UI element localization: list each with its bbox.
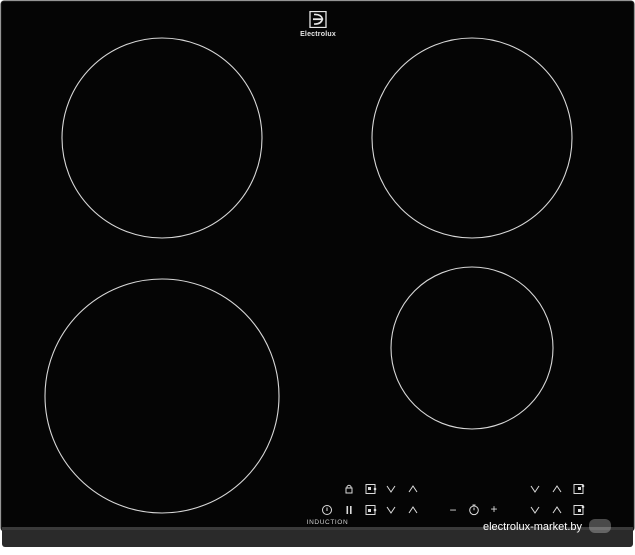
chevron-down-icon[interactable]	[528, 504, 542, 516]
zone-select-icon[interactable]	[364, 483, 378, 495]
chevron-up-icon[interactable]	[550, 483, 564, 495]
pause-icon[interactable]	[342, 504, 356, 516]
induction-hob: Electrolux INDUCTION − + electrolux-mark…	[0, 0, 635, 550]
hob-glass-panel	[0, 0, 635, 550]
watermark-text: electrolux-market.by	[483, 521, 583, 533]
electrolux-logo-icon	[309, 11, 327, 28]
glass-surface	[0, 0, 635, 532]
chevron-up-icon[interactable]	[406, 483, 420, 495]
brand-name: Electrolux	[300, 31, 336, 38]
chevron-up-icon[interactable]	[406, 504, 420, 516]
chevron-down-icon[interactable]	[528, 483, 542, 495]
zone-select-icon[interactable]	[572, 483, 586, 495]
power-icon[interactable]	[320, 504, 334, 516]
chevron-down-icon[interactable]	[384, 504, 398, 516]
lock-icon[interactable]	[342, 483, 356, 495]
timer-minus-button[interactable]: −	[446, 504, 460, 516]
timer-icon[interactable]	[467, 504, 481, 516]
timer-plus-button[interactable]: +	[487, 503, 501, 515]
zone-select-icon[interactable]	[364, 504, 378, 516]
chevron-down-icon[interactable]	[384, 483, 398, 495]
watermark-badge	[589, 519, 611, 533]
chevron-up-icon[interactable]	[550, 504, 564, 516]
induction-label: INDUCTION	[306, 519, 349, 526]
zone-select-icon[interactable]	[572, 504, 586, 516]
